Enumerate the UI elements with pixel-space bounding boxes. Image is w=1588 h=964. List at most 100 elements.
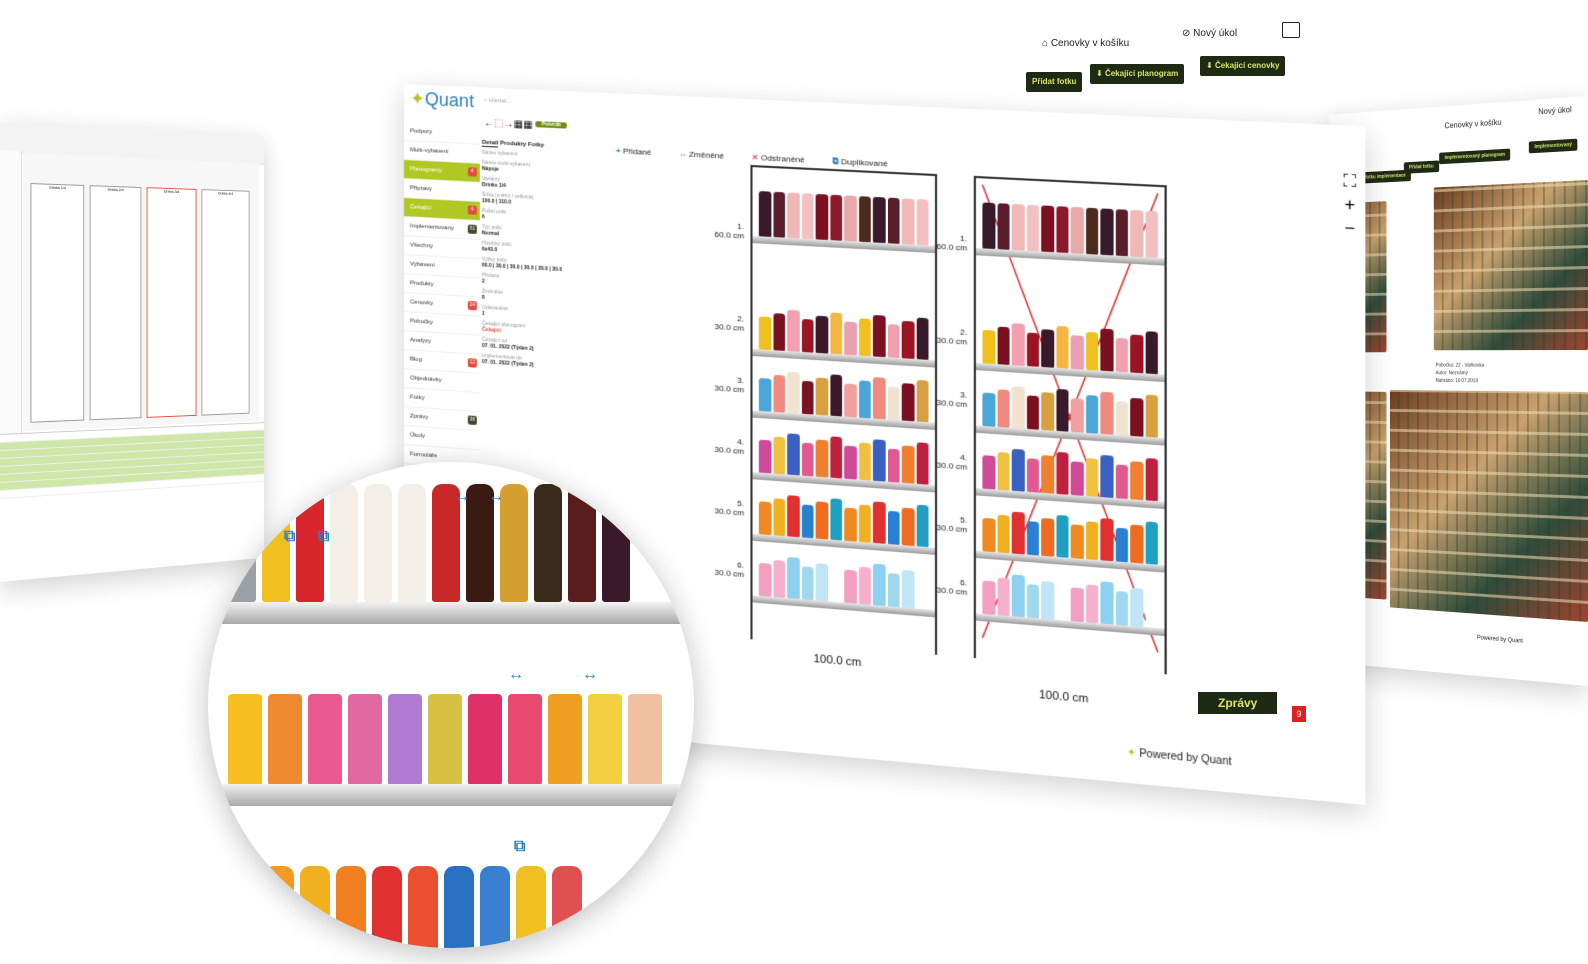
product-facing[interactable]	[916, 442, 929, 485]
forward-arrow-icon[interactable]: →	[503, 119, 513, 131]
search-input[interactable]: ⌕ Hledat...	[484, 98, 512, 106]
product-facing[interactable]	[901, 569, 915, 609]
product-facing[interactable]	[1100, 581, 1114, 625]
user-card-icon[interactable]	[1282, 22, 1300, 38]
product-facing[interactable]	[772, 191, 786, 238]
confirm-button[interactable]: Potvrdit	[535, 121, 567, 129]
zoom-out-icon[interactable]: −	[1343, 218, 1356, 242]
product-facing[interactable]	[772, 559, 786, 598]
product-facing[interactable]	[1145, 521, 1158, 565]
product-facing[interactable]	[801, 193, 814, 240]
product-facing[interactable]	[1011, 448, 1025, 492]
product-facing[interactable]	[1130, 461, 1143, 501]
product-facing[interactable]	[1115, 209, 1128, 257]
tab-photos[interactable]: Fotky	[528, 142, 544, 149]
product-facing[interactable]	[858, 504, 871, 543]
product-facing[interactable]	[1041, 205, 1054, 253]
planogram-bay-new[interactable]	[750, 164, 938, 655]
planogram-shelf[interactable]	[752, 358, 935, 430]
planogram-shelf[interactable]	[975, 195, 1165, 266]
product-facing[interactable]	[872, 196, 886, 244]
product-facing[interactable]	[982, 580, 995, 615]
product-facing[interactable]	[815, 315, 828, 354]
product-facing[interactable]	[801, 566, 814, 601]
product-facing[interactable]	[1026, 521, 1039, 556]
product-facing[interactable]	[1145, 457, 1158, 502]
product-facing[interactable]	[844, 383, 857, 418]
product-facing[interactable]	[858, 196, 871, 243]
fullscreen-icon[interactable]: ⛶	[1343, 170, 1356, 194]
product-facing[interactable]	[1145, 210, 1158, 258]
planogram-shelf[interactable]	[752, 482, 935, 555]
product-facing[interactable]	[997, 389, 1010, 428]
product-facing[interactable]	[829, 436, 843, 479]
product-facing[interactable]	[982, 202, 995, 250]
product-facing[interactable]	[1026, 458, 1039, 493]
product-facing[interactable]	[758, 316, 771, 350]
product-facing[interactable]	[1011, 511, 1025, 555]
planogram-shelf[interactable]	[975, 373, 1165, 446]
product-facing[interactable]	[787, 192, 800, 239]
product-facing[interactable]	[787, 371, 800, 414]
product-facing[interactable]	[1041, 392, 1054, 431]
zoom-in-icon[interactable]: +	[1343, 194, 1356, 218]
product-facing[interactable]	[1130, 524, 1143, 564]
product-facing[interactable]	[887, 197, 900, 244]
product-facing[interactable]	[982, 455, 995, 490]
product-facing[interactable]	[1026, 332, 1039, 367]
product-facing[interactable]	[901, 507, 915, 546]
product-facing[interactable]	[872, 377, 886, 420]
product-facing[interactable]	[815, 501, 828, 540]
product-facing[interactable]	[801, 380, 814, 415]
product-facing[interactable]	[801, 318, 814, 353]
product-facing[interactable]	[982, 392, 995, 427]
planogram-shelf[interactable]	[975, 435, 1165, 510]
product-facing[interactable]	[772, 498, 786, 537]
product-facing[interactable]	[1070, 398, 1084, 433]
product-facing[interactable]	[1085, 584, 1099, 624]
product-facing[interactable]	[1070, 206, 1084, 254]
product-facing[interactable]	[844, 321, 857, 356]
product-facing[interactable]	[787, 556, 800, 600]
product-facing[interactable]	[1085, 394, 1099, 434]
tab-detail[interactable]: Detail	[481, 139, 499, 148]
planogram-shelf[interactable]	[752, 543, 935, 618]
product-facing[interactable]	[1100, 208, 1114, 256]
product-facing[interactable]	[815, 439, 828, 478]
product-facing[interactable]	[1085, 331, 1099, 371]
product-facing[interactable]	[815, 193, 828, 240]
planogram-shelf[interactable]	[752, 184, 935, 254]
editor-bay[interactable]: Drinks 4/4	[201, 189, 250, 416]
product-facing[interactable]	[829, 194, 843, 241]
product-facing[interactable]	[801, 442, 814, 477]
product-facing[interactable]	[787, 433, 800, 476]
product-facing[interactable]	[997, 326, 1010, 365]
product-facing[interactable]	[1085, 458, 1099, 497]
product-facing[interactable]	[858, 318, 871, 357]
product-facing[interactable]	[858, 566, 871, 605]
product-facing[interactable]	[916, 566, 929, 610]
product-facing[interactable]	[758, 191, 771, 237]
product-facing[interactable]	[844, 569, 857, 604]
product-facing[interactable]	[916, 504, 929, 548]
product-facing[interactable]	[1041, 580, 1054, 620]
product-facing[interactable]	[872, 439, 886, 482]
product-facing[interactable]	[772, 374, 786, 413]
planogram-shelf[interactable]	[975, 310, 1165, 383]
product-facing[interactable]	[1011, 385, 1025, 429]
implemented-planogram-button[interactable]: Implementovaný planogram	[1439, 148, 1511, 165]
product-facing[interactable]	[1011, 323, 1025, 366]
product-facing[interactable]	[1041, 517, 1054, 557]
shelf-photo[interactable]	[1433, 180, 1588, 351]
product-facing[interactable]	[982, 517, 995, 553]
product-facing[interactable]	[829, 498, 843, 541]
product-facing[interactable]	[1100, 391, 1114, 435]
add-photo-button[interactable]: Přidat fotku	[1026, 72, 1083, 92]
back-arrow-icon[interactable]: ←	[484, 118, 494, 130]
product-facing[interactable]	[1130, 397, 1143, 437]
product-facing[interactable]	[916, 379, 929, 423]
product-facing[interactable]	[829, 312, 843, 355]
product-facing[interactable]	[1026, 395, 1039, 430]
product-facing[interactable]	[758, 501, 771, 536]
product-facing[interactable]	[1100, 328, 1114, 372]
